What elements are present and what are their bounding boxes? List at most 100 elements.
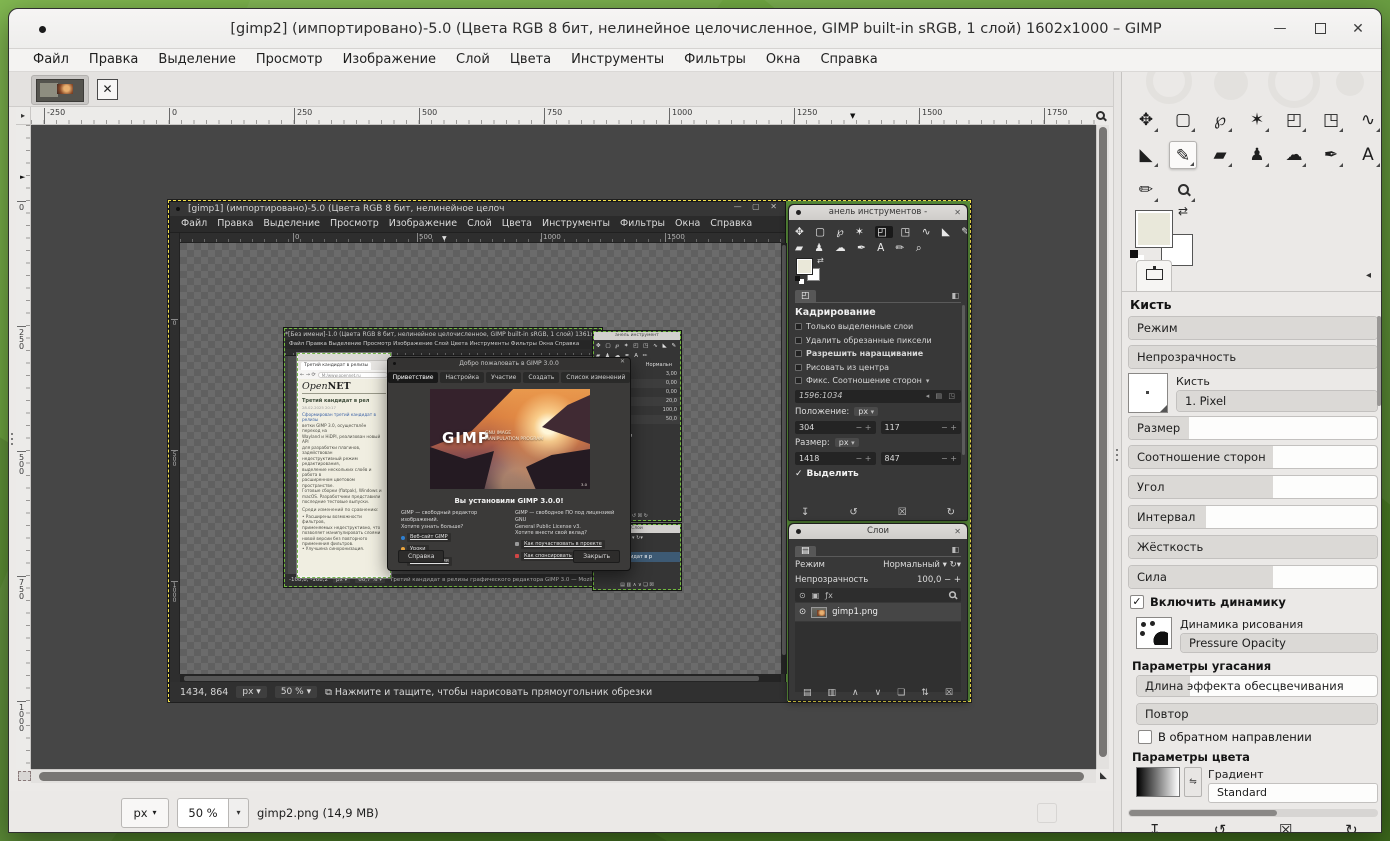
mode-row[interactable]: Режим: [1128, 316, 1378, 340]
smudge[interactable]: ☁: [1280, 141, 1308, 169]
eraser[interactable]: ▰: [1206, 141, 1234, 169]
brush-preview[interactable]: [1128, 373, 1168, 413]
menu-item[interactable]: Слой: [446, 49, 500, 71]
zoom[interactable]: [1169, 176, 1197, 204]
panel-vscrollbar[interactable]: [1377, 316, 1381, 406]
firefox-page: OpenNET Третий кандидат в рел 28.02.2025…: [299, 379, 389, 576]
minimize-button[interactable]: —: [1265, 14, 1295, 44]
enable-dynamics-checkbox[interactable]: ✓ Включить динамику: [1130, 595, 1286, 609]
panel-divider[interactable]: [1113, 72, 1121, 833]
color-picker[interactable]: ✏: [1132, 176, 1160, 204]
horizontal-ruler[interactable]: -25002505007501000125015001750 ▼: [31, 107, 1096, 125]
dynamics-select-row[interactable]: Pressure Opacity: [1180, 633, 1378, 653]
repeat-dropdown[interactable]: Повтор: [1136, 703, 1378, 725]
menu-item[interactable]: Цвета: [500, 49, 561, 71]
delete-preset-icon: ☒: [898, 507, 907, 518]
aspect-ratio-slider[interactable]: Соотношение сторон: [1128, 445, 1378, 469]
paths[interactable]: ✒: [1317, 141, 1345, 169]
nested-menu-item: Справка: [705, 216, 757, 232]
force-slider[interactable]: Сила: [1128, 565, 1378, 589]
free-select[interactable]: ℘: [1206, 106, 1234, 134]
article-line: недеструктивный режим редактирования,: [302, 456, 386, 467]
menu-item[interactable]: Изображение: [333, 49, 446, 71]
menu-item[interactable]: Файл: [23, 49, 79, 71]
menu-item[interactable]: Правка: [79, 49, 148, 71]
image-tab-active[interactable]: [31, 75, 89, 105]
rectangle-select[interactable]: ▢: [1169, 106, 1197, 134]
dynamics-preview[interactable]: [1136, 617, 1172, 649]
spacing-slider[interactable]: Интервал: [1128, 505, 1378, 529]
nested-menu-item: Инструменты: [537, 216, 615, 232]
deep-window-title: *[Без имени]-1.0 (Цвета RGB 8 бит, нелин…: [285, 329, 601, 340]
unit-dropdown[interactable]: px▾: [121, 798, 169, 828]
crop-options-tab: ◰: [795, 290, 816, 302]
crop[interactable]: ◰: [1280, 106, 1308, 134]
wilber-watermark: [1146, 72, 1192, 104]
image-tab-second[interactable]: ✕: [97, 79, 118, 100]
default-colors-icon[interactable]: [1130, 250, 1138, 258]
hardness-slider[interactable]: Жёсткость: [1128, 535, 1378, 559]
nested-hscrollbar: [180, 674, 781, 682]
canvas-hscrollbar[interactable]: [31, 769, 1096, 783]
menu-item[interactable]: Инструменты: [561, 49, 674, 71]
move[interactable]: ✥: [1132, 106, 1160, 134]
layers-window: Слои ✕ ▤ ◧ РежимНормальный ▾ ↻▾ Непрозра…: [788, 523, 968, 701]
menu-item[interactable]: Просмотр: [246, 49, 333, 71]
navigation-preview-button[interactable]: ◣: [1097, 770, 1110, 783]
paintbrush[interactable]: ✎: [1169, 141, 1197, 169]
vertical-ruler[interactable]: 02505007501000 ►: [16, 125, 31, 769]
menu-item[interactable]: Выделение: [148, 49, 245, 71]
help-button: Справка: [398, 550, 444, 563]
reset-tool-button[interactable]: ↻: [1345, 821, 1358, 833]
fg-color-swatch[interactable]: [1136, 211, 1172, 247]
collapse-panel-icon[interactable]: ◂: [1366, 270, 1371, 281]
maximize-button[interactable]: [1305, 14, 1335, 44]
fade-length-slider[interactable]: Длина эффекта обесцвечивания: [1136, 675, 1378, 697]
save-preset-button[interactable]: ↧: [1148, 821, 1161, 833]
close-button[interactable]: ✕: [1343, 14, 1373, 44]
layers-footer-icon: ❏: [897, 688, 905, 698]
brush-label: Кисть: [1176, 375, 1210, 388]
ruler-label: 250: [294, 108, 312, 124]
left-edge-grip[interactable]: [11, 433, 13, 435]
canvas-vscrollbar[interactable]: [1096, 125, 1109, 769]
gradient-select-row[interactable]: Standard: [1208, 783, 1378, 803]
crop-option-checkbox: Только выделенные слои: [795, 320, 961, 334]
tool-options-tab[interactable]: [1136, 260, 1172, 291]
size-slider[interactable]: Размер: [1128, 416, 1378, 440]
menu-item[interactable]: Фильтры: [674, 49, 756, 71]
quick-mask-toggle[interactable]: [18, 771, 31, 781]
gradient-preview[interactable]: [1136, 767, 1180, 797]
ruler-label: 1500: [665, 233, 685, 243]
tool-options-header: Кадрирование: [795, 307, 961, 318]
titlebar[interactable]: [gimp2] (импортировано)-5.0 (Цвета RGB 8…: [9, 9, 1382, 49]
menu-item[interactable]: Окна: [756, 49, 811, 71]
toolbox-window-title: анель инструментов - ✕: [789, 205, 967, 220]
unified-transform[interactable]: ◳: [1317, 106, 1345, 134]
zoom-control[interactable]: 50 % ▾: [177, 798, 249, 828]
ruler-corner-button[interactable]: ▸: [16, 107, 31, 125]
reverse-checkbox[interactable]: В обратном направлении: [1138, 730, 1312, 744]
swap-colors-icon[interactable]: ⇄: [1178, 204, 1188, 218]
delete-preset-button[interactable]: ☒: [1279, 821, 1292, 833]
bucket-fill[interactable]: ◣: [1132, 141, 1160, 169]
panel-hscrollbar[interactable]: [1128, 809, 1378, 817]
brush-select-row[interactable]: 1. Pixel: [1176, 390, 1378, 412]
flip-gradient-button[interactable]: ⇋: [1184, 767, 1202, 797]
article-line: расширенном цветовом пространстве.: [302, 477, 386, 488]
fade-options-header: Параметры угасания: [1132, 659, 1271, 673]
angle-slider[interactable]: Угол: [1128, 475, 1378, 499]
fuzzy-select[interactable]: ✶: [1243, 106, 1271, 134]
nested-window-title: [gimp1] (импортировано)-5.0 (Цвета RGB 8…: [170, 202, 785, 216]
restore-preset-button[interactable]: ↺: [1214, 821, 1227, 833]
checkbox-icon: [795, 337, 802, 344]
checkbox-icon: [795, 377, 802, 384]
canvas[interactable]: [gimp1] (импортировано)-5.0 (Цвета RGB 8…: [31, 125, 1096, 769]
clone[interactable]: ♟: [1243, 141, 1271, 169]
warp[interactable]: ∿: [1354, 106, 1382, 134]
opacity-slider[interactable]: Непрозрачность: [1128, 345, 1378, 369]
zoom-follows-window-icon[interactable]: [1096, 105, 1110, 125]
panel-divider-grip[interactable]: [1116, 449, 1118, 451]
menu-item[interactable]: Справка: [810, 49, 887, 71]
text[interactable]: A: [1354, 141, 1382, 169]
